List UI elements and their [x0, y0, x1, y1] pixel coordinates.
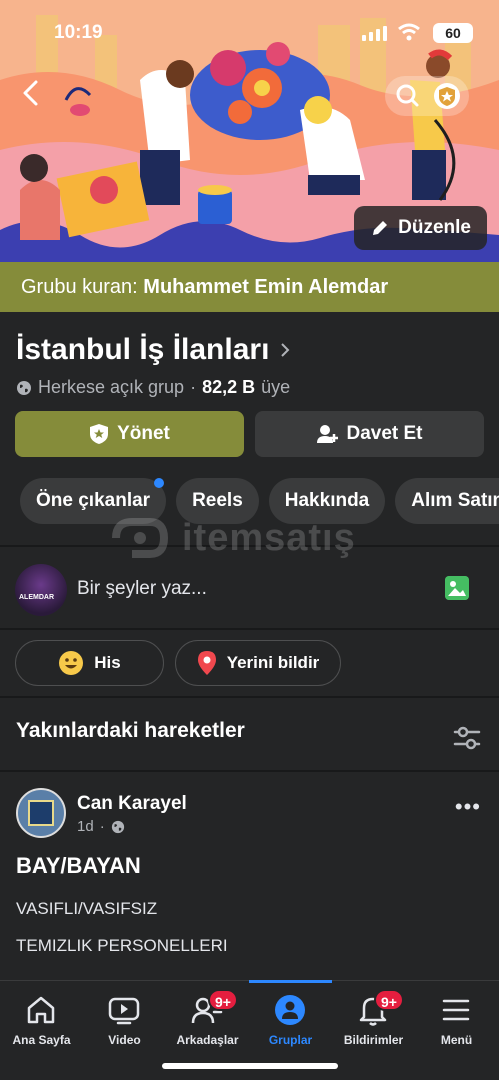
- post-time[interactable]: 1d: [77, 818, 94, 835]
- member-count[interactable]: 82,2 B: [202, 377, 255, 398]
- manage-label: Yönet: [117, 423, 170, 444]
- location-pin-icon: [197, 651, 216, 675]
- user-avatar[interactable]: ALEMDAR: [15, 564, 67, 616]
- tab-video[interactable]: Video: [83, 981, 166, 1061]
- menu-icon: [442, 999, 470, 1021]
- pencil-icon: [373, 221, 388, 235]
- chevron-right-icon: [281, 343, 290, 357]
- feed-post[interactable]: Can Karayel 1d · ••• BAY/BAYAN VASIFLI/V…: [0, 772, 499, 980]
- tab-video-label: Video: [108, 1033, 141, 1047]
- post-more-options-icon[interactable]: •••: [455, 794, 481, 820]
- checkin-button[interactable]: Yerini bildir: [175, 640, 341, 686]
- tab-notifications-label: Bildirimler: [343, 1033, 404, 1047]
- chip-reels-label: Reels: [192, 490, 243, 511]
- globe-icon: [17, 380, 31, 395]
- filter-sliders-icon[interactable]: [453, 726, 481, 750]
- group-cover-image[interactable]: 10:19 60 Düzenle: [0, 0, 499, 262]
- divider: [0, 545, 499, 547]
- invite-button[interactable]: Davet Et: [255, 411, 484, 457]
- edit-cover-label: Düzenle: [398, 217, 471, 238]
- chip-highlights[interactable]: Öne çıkanlar: [20, 478, 167, 524]
- tab-menu[interactable]: Menü: [415, 981, 498, 1061]
- add-person-icon: [317, 425, 339, 443]
- divider: [0, 628, 499, 630]
- friends-badge: 9+: [208, 989, 238, 1011]
- creator-prefix: Grubu kuran:: [21, 276, 138, 298]
- post-text-line: TEMIZLIK PERSONELLERI: [16, 936, 228, 955]
- group-tabs: Öne çıkanlar Reels Hakkında Alım Satım: [20, 478, 499, 524]
- post-title: BAY/BAYAN: [16, 853, 141, 878]
- status-time: 10:19: [54, 22, 103, 43]
- members-suffix: üye: [261, 377, 291, 397]
- manage-button[interactable]: Yönet: [15, 411, 244, 457]
- meta-separator: ·: [190, 377, 197, 397]
- divider: [0, 696, 499, 698]
- author-avatar[interactable]: [16, 788, 66, 838]
- post-text-line: VASIFLI/VASIFSIZ: [16, 899, 158, 918]
- tab-groups-label: Gruplar: [268, 1033, 313, 1047]
- smiley-icon: [59, 651, 84, 675]
- composer-placeholder[interactable]: Bir şeyler yaz...: [77, 578, 207, 600]
- tab-notifications[interactable]: 9+ Bildirimler: [332, 981, 415, 1061]
- search-icon[interactable]: [396, 84, 419, 107]
- notifications-badge: 9+: [374, 989, 404, 1011]
- tab-groups[interactable]: Gruplar: [249, 980, 332, 1061]
- status-bar: 10:19 60: [0, 20, 499, 48]
- group-action-buttons: Yönet Davet Et: [15, 411, 484, 457]
- group-privacy: Herkese açık grup: [38, 377, 185, 397]
- chip-highlights-label: Öne çıkanlar: [36, 490, 151, 511]
- back-arrow-icon[interactable]: [16, 78, 46, 108]
- group-meta: Herkese açık grup · 82,2 B üye: [16, 377, 290, 398]
- post-meta-separator: ·: [99, 818, 105, 835]
- new-dot: [154, 478, 165, 488]
- wifi-icon: [398, 23, 420, 41]
- avatar-text: ALEMDAR: [19, 594, 54, 601]
- tab-friends-label: Arkadaşlar: [176, 1033, 239, 1047]
- tab-friends[interactable]: 9+ Arkadaşlar: [166, 981, 249, 1061]
- home-indicator: [162, 1063, 338, 1069]
- chip-about[interactable]: Hakkında: [268, 478, 386, 524]
- quick-actions: His Yerini bildir: [15, 640, 341, 686]
- post-author[interactable]: Can Karayel: [77, 793, 187, 815]
- creator-name: Muhammet Emin Alemdar: [143, 276, 389, 298]
- post-composer[interactable]: ALEMDAR Bir şeyler yaz...: [0, 548, 499, 628]
- tab-home[interactable]: Ana Sayfa: [0, 981, 83, 1061]
- chip-reels[interactable]: Reels: [176, 478, 259, 524]
- video-icon: [108, 997, 140, 1025]
- edit-cover-button[interactable]: Düzenle: [354, 206, 487, 250]
- home-icon: [27, 996, 55, 1024]
- group-name[interactable]: İstanbul İş İlanları: [16, 333, 291, 367]
- feeling-label: His: [94, 653, 121, 672]
- invite-label: Davet Et: [346, 423, 423, 444]
- admin-badge-icon[interactable]: [434, 83, 460, 109]
- groups-icon: [275, 995, 305, 1025]
- shield-star-icon: [90, 424, 109, 444]
- chip-about-label: Hakkında: [284, 490, 370, 511]
- post-meta: 1d ·: [77, 818, 125, 835]
- signal-icon: [362, 26, 387, 41]
- chip-buy-sell[interactable]: Alım Satım: [395, 478, 499, 524]
- feeling-button[interactable]: His: [15, 640, 164, 686]
- tab-home-label: Ana Sayfa: [12, 1033, 71, 1047]
- group-creator-bar[interactable]: Grubu kuran: Muhammet Emin Alemdar: [0, 262, 499, 312]
- section-title: Yakınlardaki hareketler: [16, 719, 245, 742]
- globe-icon: [111, 820, 124, 833]
- tab-menu-label: Menü: [440, 1033, 473, 1047]
- group-name-text: İstanbul İş İlanları: [16, 333, 270, 366]
- battery-icon: 60: [433, 23, 473, 43]
- chip-buy-sell-label: Alım Satım: [411, 490, 499, 511]
- cover-toolbar: [385, 76, 469, 116]
- photo-icon[interactable]: [445, 576, 469, 600]
- checkin-label: Yerini bildir: [226, 653, 320, 672]
